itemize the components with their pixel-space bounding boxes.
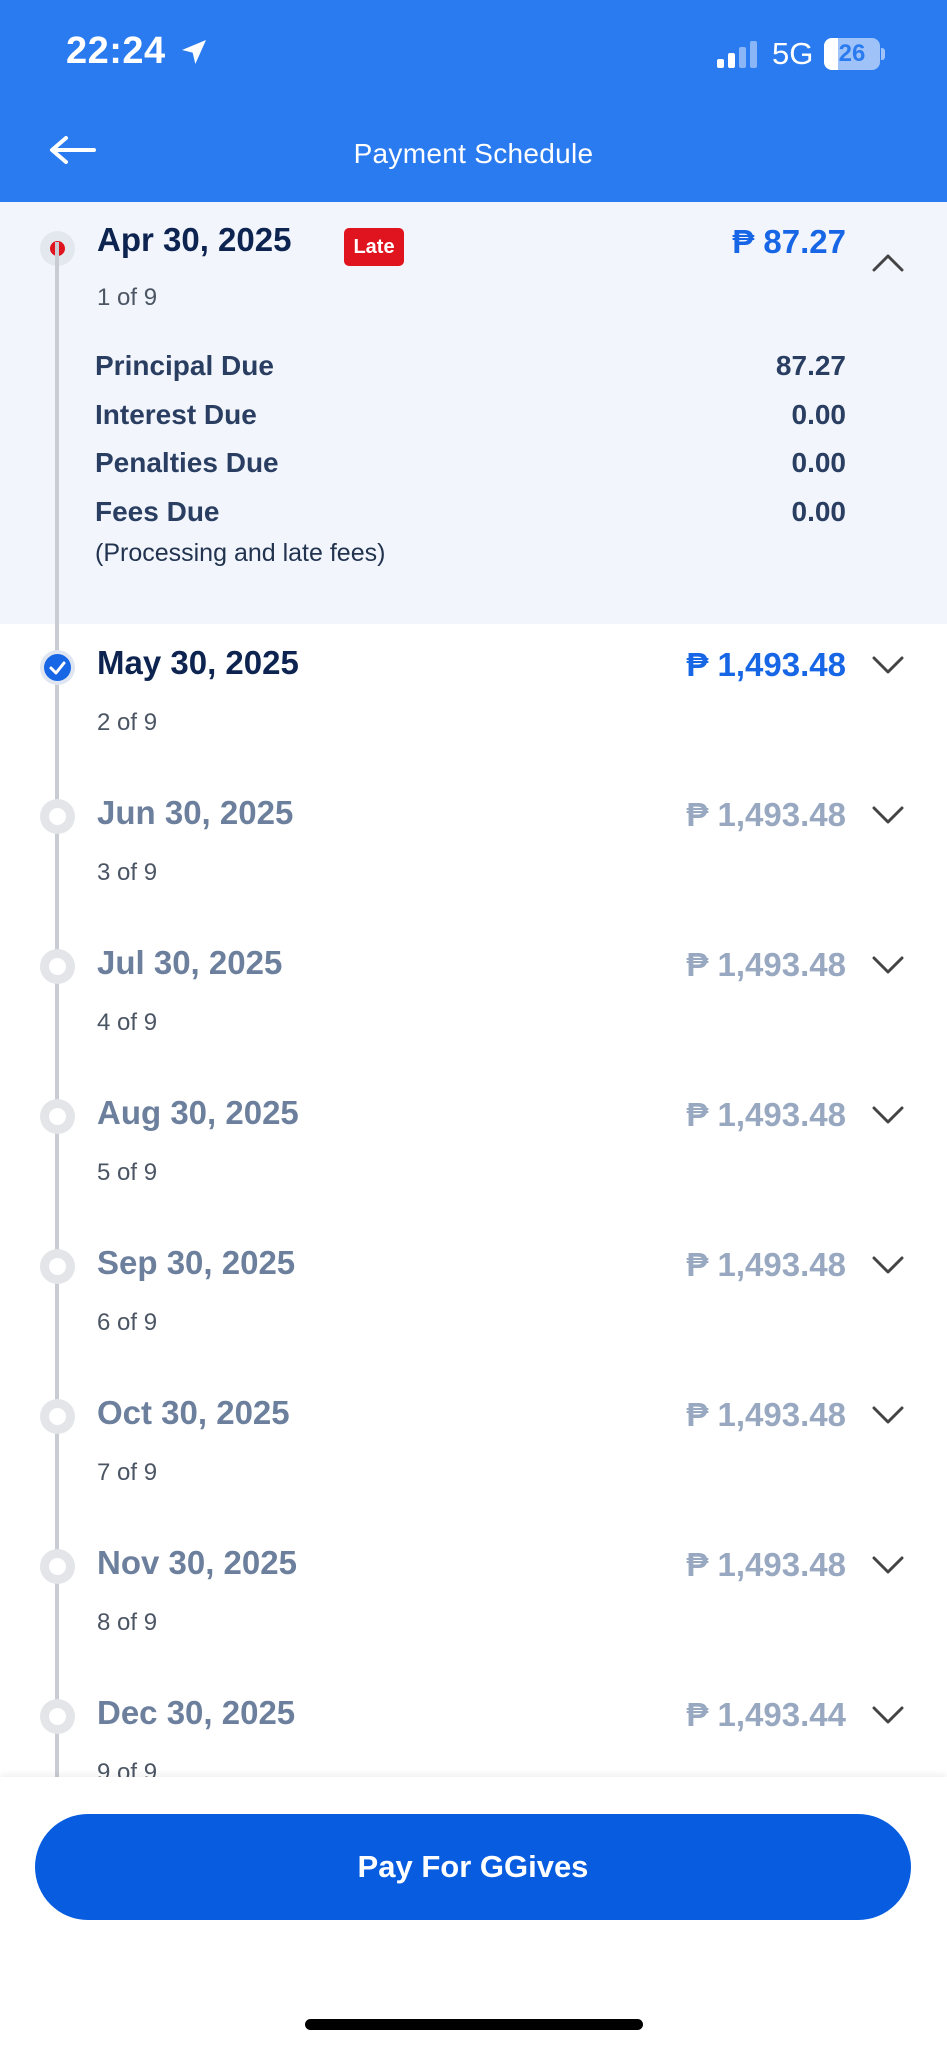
timeline-dot-icon xyxy=(40,1399,75,1434)
app-header: 22:24 5G 26 Payment Schedule xyxy=(0,0,947,202)
check-circle-icon xyxy=(40,650,75,685)
location-arrow-icon xyxy=(182,40,206,64)
chevron-down-icon[interactable] xyxy=(870,1254,906,1278)
due-date: Jul 30, 2025 xyxy=(97,944,283,981)
bottom-action-bar: Pay For GGives xyxy=(0,1777,947,2048)
amount-due: ₱ 1,493.48 xyxy=(686,946,846,983)
chevron-down-icon[interactable] xyxy=(870,954,906,978)
timeline-dot-icon xyxy=(40,799,75,834)
schedule-item-3[interactable]: Jun 30, 2025 ₱ 1,493.48 3 of 9 xyxy=(0,774,947,924)
chevron-down-icon[interactable] xyxy=(870,1404,906,1428)
amount-due: ₱ 1,493.48 xyxy=(686,1546,846,1583)
chevron-down-icon[interactable] xyxy=(870,654,906,678)
installment-count: 5 of 9 xyxy=(97,1159,158,1186)
installment-count: 4 of 9 xyxy=(97,1009,158,1036)
pay-for-ggives-button[interactable]: Pay For GGives xyxy=(35,1814,911,1920)
timeline-dot-icon xyxy=(40,1249,75,1284)
timeline-dot-icon xyxy=(40,949,75,984)
principal-due-label: Principal Due xyxy=(95,350,274,381)
payment-schedule-list: Apr 30, 2025 Late ₱ 87.27 1 of 9 Princip… xyxy=(0,202,947,1777)
due-date: Sep 30, 2025 xyxy=(97,1244,296,1281)
amount-due: ₱ 1,493.48 xyxy=(686,1096,846,1133)
installment-count: 2 of 9 xyxy=(97,709,158,736)
chevron-down-icon[interactable] xyxy=(870,1704,906,1728)
installment-count: 7 of 9 xyxy=(97,1459,158,1486)
schedule-item-8[interactable]: Nov 30, 2025 ₱ 1,493.48 8 of 9 xyxy=(0,1524,947,1674)
due-date: May 30, 2025 xyxy=(97,644,299,681)
due-date: Oct 30, 2025 xyxy=(97,1394,290,1431)
installment-count: 3 of 9 xyxy=(97,859,158,886)
timeline-dot-icon xyxy=(40,1099,75,1134)
due-date: Dec 30, 2025 xyxy=(97,1694,296,1731)
due-date: Jun 30, 2025 xyxy=(97,794,294,831)
installment-count: 1 of 9 xyxy=(97,284,158,311)
cellular-signal-icon xyxy=(717,41,757,68)
late-badge: Late xyxy=(344,228,404,266)
battery-level: 26 xyxy=(838,40,866,67)
schedule-item-4[interactable]: Jul 30, 2025 ₱ 1,493.48 4 of 9 xyxy=(0,924,947,1074)
timeline-dot-icon xyxy=(40,1699,75,1734)
installment-count: 9 of 9 xyxy=(97,1759,158,1777)
battery-icon: 26 xyxy=(824,38,885,70)
amount-due: ₱ 87.27 xyxy=(732,223,846,260)
chevron-up-icon[interactable] xyxy=(870,250,906,274)
chevron-down-icon[interactable] xyxy=(870,1554,906,1578)
home-indicator[interactable] xyxy=(305,2019,643,2030)
fees-note: (Processing and late fees) xyxy=(95,539,386,567)
interest-due-label: Interest Due xyxy=(95,399,257,430)
fees-due-value: 0.00 xyxy=(791,496,847,527)
amount-due: ₱ 1,493.48 xyxy=(686,1246,846,1283)
schedule-item-5[interactable]: Aug 30, 2025 ₱ 1,493.48 5 of 9 xyxy=(0,1074,947,1224)
installment-count: 6 of 9 xyxy=(97,1309,158,1336)
amount-due: ₱ 1,493.48 xyxy=(686,1396,846,1433)
penalties-due-label: Penalties Due xyxy=(95,447,279,478)
installment-count: 8 of 9 xyxy=(97,1609,158,1636)
amount-due: ₱ 1,493.44 xyxy=(686,1696,846,1733)
principal-due-value: 87.27 xyxy=(775,350,846,381)
due-date: Apr 30, 2025 xyxy=(97,221,292,258)
network-type: 5G xyxy=(772,36,814,71)
schedule-item-9[interactable]: Dec 30, 2025 ₱ 1,493.44 9 of 9 xyxy=(0,1674,947,1777)
timeline-dot-icon xyxy=(40,1549,75,1584)
schedule-item-6[interactable]: Sep 30, 2025 ₱ 1,493.48 6 of 9 xyxy=(0,1224,947,1374)
schedule-item-7[interactable]: Oct 30, 2025 ₱ 1,493.48 7 of 9 xyxy=(0,1374,947,1524)
amount-due: ₱ 1,493.48 xyxy=(686,646,846,683)
fees-due-label: Fees Due xyxy=(95,496,220,527)
due-date: Nov 30, 2025 xyxy=(97,1544,297,1581)
status-time: 22:24 xyxy=(66,30,166,72)
due-date: Aug 30, 2025 xyxy=(97,1094,299,1131)
penalties-due-value: 0.00 xyxy=(791,447,847,478)
amount-due: ₱ 1,493.48 xyxy=(686,796,846,833)
schedule-item-1[interactable]: Apr 30, 2025 Late ₱ 87.27 1 of 9 Princip… xyxy=(0,202,947,624)
chevron-down-icon[interactable] xyxy=(870,1104,906,1128)
page-title: Payment Schedule xyxy=(353,138,594,169)
schedule-item-2[interactable]: May 30, 2025 ₱ 1,493.48 2 of 9 xyxy=(0,624,947,774)
interest-due-value: 0.00 xyxy=(791,399,847,430)
chevron-down-icon[interactable] xyxy=(870,804,906,828)
